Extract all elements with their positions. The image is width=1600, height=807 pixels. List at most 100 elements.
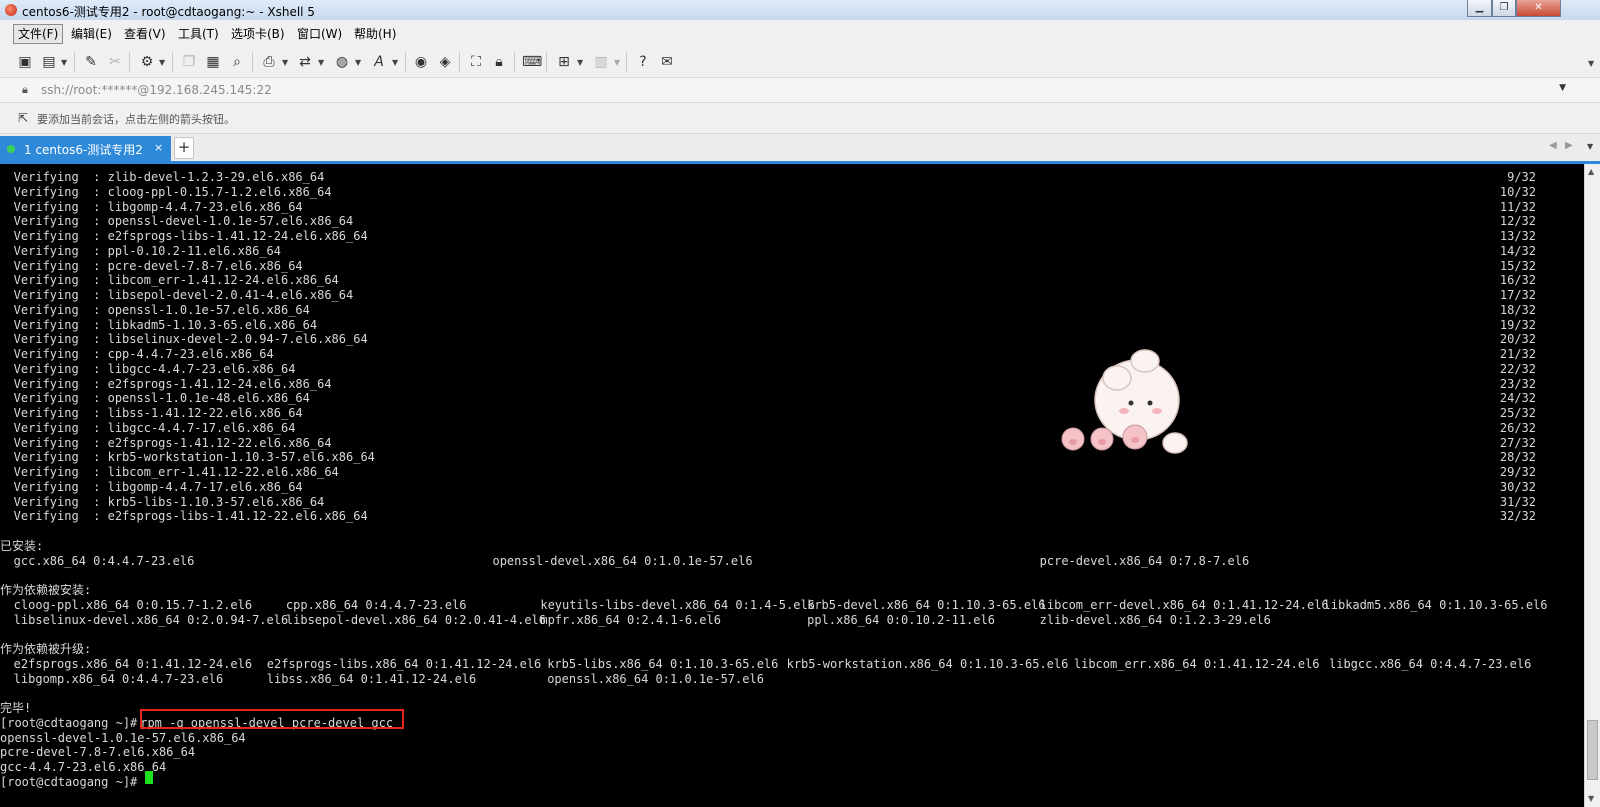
verify-count: 10/32 [1499, 184, 1536, 199]
verify-count: 25/32 [1499, 406, 1536, 420]
shell-prompt: [root@cdtaogang ~]# [0, 774, 145, 789]
verify-package: Verifying : openssl-1.0.1e-57.el6.x86_64 [13, 302, 310, 317]
verify-package: Verifying : e2fsprogs-1.41.12-24.el6.x86… [13, 376, 332, 391]
menu-window[interactable]: 窗口(W) [293, 25, 346, 43]
maximize-button[interactable]: ❐ [1492, 0, 1516, 17]
scroll-down-icon[interactable]: ▼ [1588, 794, 1594, 803]
verify-count: 27/32 [1499, 435, 1536, 450]
address-dropdown-icon[interactable]: ▼ [1559, 83, 1566, 93]
menu-help[interactable]: 帮助(H) [350, 25, 400, 43]
open-folder-icon[interactable]: ▤ [40, 53, 58, 71]
minimize-button[interactable]: ▁ [1467, 0, 1492, 17]
menu-file[interactable]: 文件(F) [13, 24, 64, 44]
fullscreen-icon[interactable]: ⛶ [467, 53, 485, 71]
verify-count: 15/32 [1499, 258, 1536, 273]
compose-icon[interactable]: ⊞ [555, 53, 573, 71]
toolbar-overflow-caret-icon[interactable]: ▼ [1588, 59, 1594, 68]
verify-package: Verifying : libsepol-devel-2.0.41-4.el6.… [13, 288, 354, 302]
address-bar: 🔒︎ ssh://root:******@192.168.245.145:22 … [0, 78, 1600, 103]
installed-header: 已安装: [0, 538, 44, 553]
output-line: gcc-4.4.7-23.el6.x86_64 [0, 760, 1584, 775]
add-session-arrow-icon[interactable]: ⇱ [18, 111, 28, 125]
xftp-icon[interactable]: ◉ [412, 53, 430, 71]
installed-header-line: 已安装: [0, 539, 1584, 554]
session-bar: ⇱ 要添加当前会话，点击左侧的箭头按钮。 [0, 103, 1600, 134]
reconnect-icon[interactable]: ✎ [82, 53, 100, 71]
verify-package: Verifying : libgcc-4.4.7-23.el6.x86_64 [13, 361, 296, 376]
verify-count: 16/32 [1499, 273, 1536, 288]
transfer-caret-icon[interactable]: ▼ [318, 58, 324, 67]
find-icon[interactable]: ⌕ [228, 53, 246, 71]
dep-installed-package: libkadm5.x86_64 0:1.10.3-65.el6 [1323, 597, 1548, 612]
dep-updated-package: e2fsprogs.x86_64 0:1.41.12-24.el6 [13, 656, 253, 671]
globe-icon[interactable]: ◍ [333, 53, 351, 71]
print-icon[interactable]: ⎙ [260, 53, 278, 71]
transfer-icon[interactable]: ⇄ [296, 53, 314, 71]
command-highlight-box [140, 709, 404, 729]
menu-tabs[interactable]: 选项卡(B) [227, 25, 289, 43]
dep-installed-package: cloog-ppl.x86_64 0:0.15.7-1.2.el6 [13, 597, 253, 612]
verify-line: Verifying : libkadm5-1.10.3-65.el6.x86_6… [0, 318, 1584, 333]
menu-tools[interactable]: 工具(T) [174, 25, 223, 43]
help-icon[interactable]: ? [634, 53, 652, 71]
connected-status-icon [7, 145, 15, 153]
dep-installed-line: cloog-ppl.x86_64 0:0.15.7-1.2.el6 cpp.x86… [0, 598, 1584, 613]
globe-caret-icon[interactable]: ▼ [355, 58, 361, 67]
verify-line: Verifying : libcom_err-1.41.12-24.el6.x8… [0, 273, 1584, 288]
menu-edit[interactable]: 编辑(E) [67, 25, 116, 43]
font-icon[interactable]: A [370, 53, 388, 71]
scrollbar-thumb[interactable] [1587, 720, 1598, 780]
properties-caret-icon[interactable]: ▼ [159, 58, 165, 67]
print-caret-icon[interactable]: ▼ [282, 58, 288, 67]
shell-prompt: [root@cdtaogang ~]# [0, 715, 145, 730]
scroll-up-icon[interactable]: ▲ [1588, 167, 1594, 176]
properties-icon[interactable]: ⚙ [138, 53, 156, 71]
verify-line: Verifying : libgomp-4.4.7-23.el6.x86_64 1… [0, 200, 1584, 215]
dep-installed-package: krb5-devel.x86_64 0:1.10.3-65.el6 [807, 597, 1046, 612]
dep-installed-package: cpp.x86_64 0:4.4.7-23.el6 [285, 597, 467, 612]
verify-line: Verifying : krb5-workstation-1.10.3-57.e… [0, 450, 1584, 465]
lock-icon[interactable]: 🔒︎ [490, 53, 508, 71]
terminal-scrollbar[interactable]: ▲ ▼ [1584, 164, 1600, 807]
tab-next-icon[interactable]: ▶ [1565, 140, 1573, 151]
menu-bar: 文件(F) 编辑(E) 查看(V) 工具(T) 选项卡(B) 窗口(W) 帮助(… [0, 20, 1600, 47]
verify-package: Verifying : e2fsprogs-libs-1.41.12-24.el… [13, 229, 368, 243]
menu-view[interactable]: 查看(V) [120, 25, 170, 43]
verify-package: Verifying : libselinux-devel-2.0.94-7.el… [13, 332, 368, 347]
tab-list-icon[interactable]: ▼ [1587, 142, 1593, 151]
new-tab-button[interactable]: + [174, 137, 194, 159]
toolbar: ▣ ▤ ▼ ✎ ✂ ⚙ ▼ ❐ ▦ ⌕ ⎙ ▼ ⇄ ▼ ◍ ▼ A ▼ ◉ ◈ … [0, 47, 1600, 78]
verify-package: Verifying : libss-1.41.12-22.el6.x86_64 [13, 406, 303, 420]
xshell-app-icon[interactable] [5, 4, 17, 16]
verify-package: Verifying : libgomp-4.4.7-23.el6.x86_64 [13, 199, 303, 214]
dep-updated-package: openssl.x86_64 0:1.0.1e-57.el6 [547, 671, 764, 686]
verify-package: Verifying : zlib-devel-1.2.3-29.el6.x86_… [13, 170, 325, 184]
dep-installed-package: keyutils-libs-devel.x86_64 0:1.4-5.el6 [540, 597, 815, 612]
tab-close-icon[interactable]: × [154, 141, 163, 154]
output-line: openssl-devel-1.0.1e-57.el6.x86_64 [0, 731, 1584, 746]
font-caret-icon[interactable]: ▼ [392, 58, 398, 67]
tab-label: 1 centos6-测试专用2 [24, 143, 143, 157]
installed-line: gcc.x86_64 0:4.4.7-23.el6 openssl-devel.x… [0, 554, 1584, 569]
paste-icon[interactable]: ▦ [204, 53, 222, 71]
dep-updated-header-line: 作为依赖被升级: [0, 642, 1584, 657]
open-dropdown-caret-icon[interactable]: ▼ [61, 58, 67, 67]
session-address[interactable]: ssh://root:******@192.168.245.145:22 [41, 83, 272, 97]
chat-icon[interactable]: ✉ [658, 53, 676, 71]
keyboard-icon[interactable]: ⌨ [522, 53, 542, 71]
dep-installed-line: libselinux-devel.x86_64 0:2.0.94-7.el6 li… [0, 613, 1584, 628]
compose-caret-icon[interactable]: ▼ [577, 58, 583, 67]
tab-prev-icon[interactable]: ◀ [1549, 140, 1557, 151]
verify-package: Verifying : openssl-1.0.1e-48.el6.x86_64 [13, 391, 310, 406]
new-session-icon[interactable]: ▣ [16, 53, 34, 71]
dep-installed-package: ppl.x86_64 0:0.10.2-11.el6 [807, 612, 995, 627]
verify-line: Verifying : pcre-devel-7.8-7.el6.x86_64 1… [0, 259, 1584, 274]
dep-updated-line: libgomp.x86_64 0:4.4.7-23.el6 libss.x86_6… [0, 672, 1584, 687]
output-line: pcre-devel-7.8-7.el6.x86_64 [0, 745, 1584, 760]
xmanager-icon[interactable]: ◈ [436, 53, 454, 71]
tab-centos6[interactable]: 1 centos6-测试专用2 × [0, 136, 171, 161]
verify-package: Verifying : krb5-workstation-1.10.3-57.e… [13, 450, 375, 465]
verify-package: Verifying : cloog-ppl-0.15.7-1.2.el6.x86… [13, 184, 332, 199]
verify-line: Verifying : openssl-1.0.1e-57.el6.x86_64… [0, 303, 1584, 318]
close-button[interactable]: ✕ [1516, 0, 1561, 17]
